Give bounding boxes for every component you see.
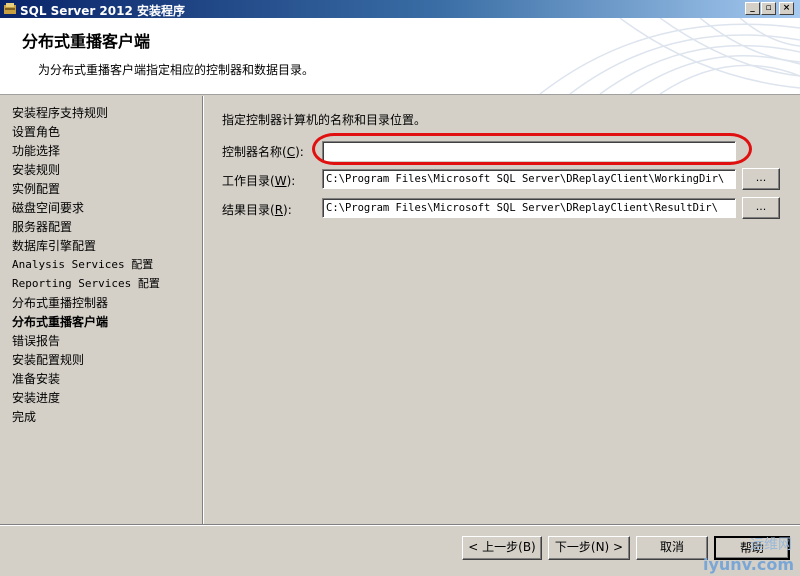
- result-directory-label: 结果目录(R):: [222, 203, 292, 217]
- sidebar-item-instance-configuration[interactable]: 实例配置: [12, 180, 60, 198]
- sidebar-item-setup-support-rules[interactable]: 安装程序支持规则: [12, 104, 108, 122]
- watermark-url: iyunv.com: [702, 555, 794, 574]
- header-decoration-graphic: [539, 18, 800, 94]
- sidebar-item-reporting-services[interactable]: Reporting Services 配置: [12, 275, 160, 293]
- sidebar-item-disk-space[interactable]: 磁盘空间要求: [12, 199, 84, 217]
- maximize-button[interactable]: ▫: [761, 2, 776, 15]
- minimize-button[interactable]: _: [745, 2, 760, 15]
- working-directory-input[interactable]: C:\Program Files\Microsoft SQL Server\DR…: [322, 169, 736, 189]
- sql-server-app-icon: [4, 3, 16, 14]
- controller-name-label: 控制器名称(C):: [222, 145, 304, 159]
- sidebar-item-replay-controller[interactable]: 分布式重播控制器: [12, 294, 108, 312]
- result-directory-input[interactable]: C:\Program Files\Microsoft SQL Server\DR…: [322, 198, 736, 218]
- controller-name-input[interactable]: [322, 141, 736, 161]
- sidebar-item-setup-role[interactable]: 设置角色: [12, 123, 60, 141]
- working-directory-label: 工作目录(W):: [222, 174, 296, 188]
- page-header: 分布式重播客户端 为分布式重播客户端指定相应的控制器和数据目录。: [0, 18, 800, 95]
- result-directory-browse-button[interactable]: ...: [742, 197, 780, 219]
- sidebar-item-analysis-services[interactable]: Analysis Services 配置: [12, 256, 153, 274]
- sidebar-item-installation-progress[interactable]: 安装进度: [12, 389, 60, 407]
- vertical-divider: [202, 96, 204, 524]
- working-directory-browse-button[interactable]: ...: [742, 168, 780, 190]
- next-button[interactable]: 下一步(N) >: [548, 536, 630, 560]
- watermark: 运维网 iyunv.com: [700, 536, 800, 576]
- content-intro: 指定控制器计算机的名称和目录位置。: [222, 113, 427, 127]
- sidebar-item-configuration-rules[interactable]: 安装配置规则: [12, 351, 84, 369]
- sidebar-item-replay-client[interactable]: 分布式重播客户端: [12, 313, 108, 331]
- footer-divider: [0, 524, 800, 526]
- close-button[interactable]: ×: [779, 2, 794, 15]
- page-subtitle: 为分布式重播客户端指定相应的控制器和数据目录。: [38, 63, 315, 77]
- sidebar-item-error-reporting[interactable]: 错误报告: [12, 332, 60, 350]
- sidebar-item-ready-to-install[interactable]: 准备安装: [12, 370, 60, 388]
- page-title: 分布式重播客户端: [22, 32, 151, 51]
- window-title: SQL Server 2012 安装程序: [20, 4, 186, 18]
- watermark-site-name: 运维网: [750, 537, 792, 553]
- sidebar-item-complete[interactable]: 完成: [12, 408, 36, 426]
- back-button[interactable]: < 上一步(B): [462, 536, 542, 560]
- sidebar-item-server-configuration[interactable]: 服务器配置: [12, 218, 72, 236]
- sidebar: 安装程序支持规则 设置角色 功能选择 安装规则 实例配置 磁盘空间要求 服务器配…: [0, 96, 202, 524]
- title-bar: SQL Server 2012 安装程序 _ ▫ ×: [0, 0, 800, 18]
- sidebar-item-database-engine[interactable]: 数据库引擎配置: [12, 237, 96, 255]
- cancel-button[interactable]: 取消: [636, 536, 708, 560]
- sidebar-item-feature-selection[interactable]: 功能选择: [12, 142, 60, 160]
- sidebar-item-installation-rules[interactable]: 安装规则: [12, 161, 60, 179]
